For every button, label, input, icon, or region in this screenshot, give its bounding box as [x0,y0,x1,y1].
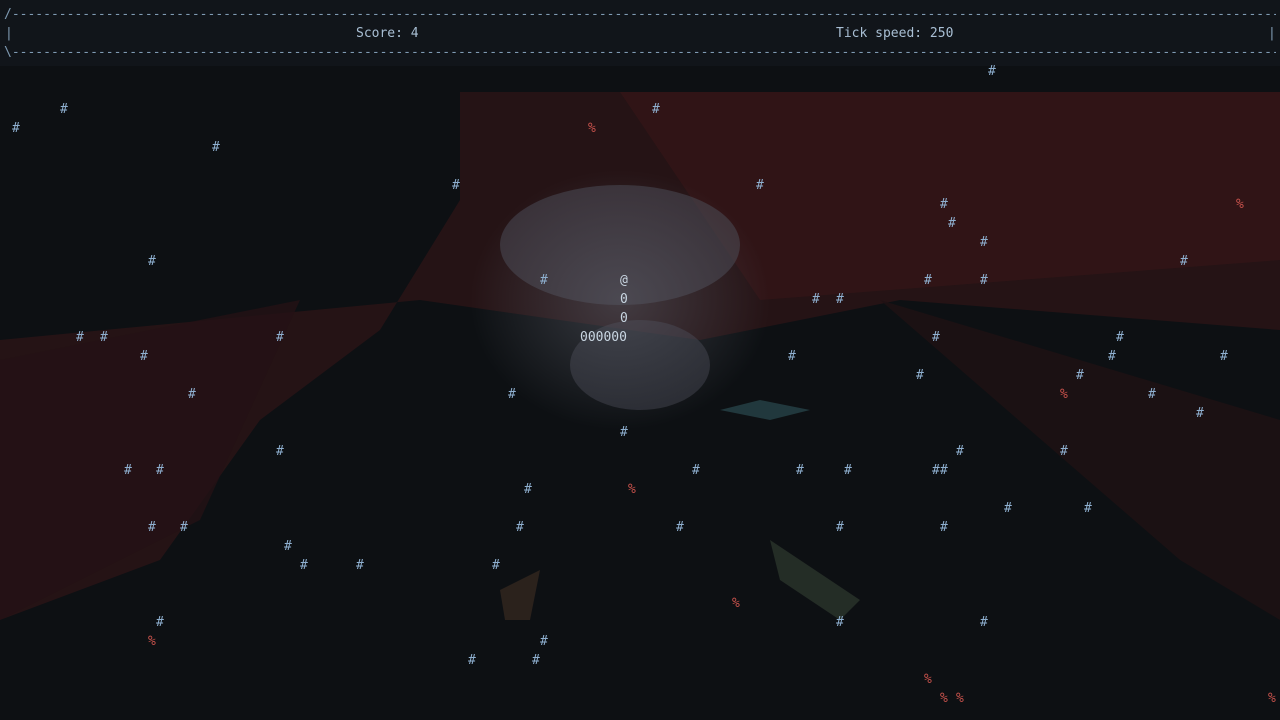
wall-block: # [916,368,924,383]
wall-block: # [652,102,660,117]
food-item: % [940,691,948,706]
wall-block: # [468,653,476,668]
wall-block: # [948,216,956,231]
wall-block: # [676,520,684,535]
wall-block: # [1220,349,1228,364]
food-item: % [732,596,740,611]
wall-block: # [796,463,804,478]
wall-block: # [1076,368,1084,383]
wall-block: # [932,330,940,345]
wall-block: # [940,520,948,535]
wall-block: # [276,330,284,345]
wall-block: # [524,482,532,497]
food-item: % [628,482,636,497]
snake-body-segment: 0 [620,311,628,326]
wall-block: # [1084,501,1092,516]
wall-block: # [532,653,540,668]
wall-block: # [812,292,820,307]
wall-block: # [100,330,108,345]
wall-block: # [12,121,20,136]
wall-block: # [188,387,196,402]
wall-block: # [1116,330,1124,345]
food-item: % [148,634,156,649]
wall-block: # [940,197,948,212]
wall-block: # [452,178,460,193]
wall-block: # [1148,387,1156,402]
wall-block: # [924,273,932,288]
wall-block: # [140,349,148,364]
wall-block: # [692,463,700,478]
food-item: % [956,691,964,706]
wall-block: # [980,235,988,250]
wall-block: # [276,444,284,459]
food-item: % [924,672,932,687]
snake-body-segment: 000000 [580,330,627,345]
wall-block: # [1060,444,1068,459]
wall-block: # [156,615,164,630]
wall-block: # [1108,349,1116,364]
wall-block: # [836,292,844,307]
food-item: % [1060,387,1068,402]
wall-block: # [844,463,852,478]
wall-block: # [956,444,964,459]
wall-block: # [932,463,940,478]
wall-block: # [940,463,948,478]
wall-block: # [356,558,364,573]
snake-head: @ [620,273,628,288]
wall-block: # [156,463,164,478]
wall-block: # [980,615,988,630]
wall-block: # [212,140,220,155]
wall-block: # [516,520,524,535]
wall-block: # [60,102,68,117]
wall-block: # [836,520,844,535]
game-board: @ 0 0 000000 # # # # # # # # # # # # # # # # # # # # # # # # # # #… [0,0,1280,720]
wall-block: # [76,330,84,345]
wall-block: # [148,254,156,269]
food-item: % [588,121,596,136]
wall-block: # [540,634,548,649]
wall-block: # [540,273,548,288]
wall-block: # [180,520,188,535]
wall-block: # [620,425,628,440]
wall-block: # [124,463,132,478]
wall-block: # [300,558,308,573]
snake-body-segment: 0 [620,292,628,307]
wall-block: # [508,387,516,402]
food-item: % [1268,691,1276,706]
wall-block: # [148,520,156,535]
wall-block: # [1004,501,1012,516]
wall-block: # [836,615,844,630]
wall-block: # [988,64,996,79]
wall-block: # [756,178,764,193]
wall-block: # [1196,406,1204,421]
wall-block: # [788,349,796,364]
wall-block: # [492,558,500,573]
wall-block: # [1180,254,1188,269]
wall-block: # [284,539,292,554]
wall-block: # [980,273,988,288]
food-item: % [1236,197,1244,212]
